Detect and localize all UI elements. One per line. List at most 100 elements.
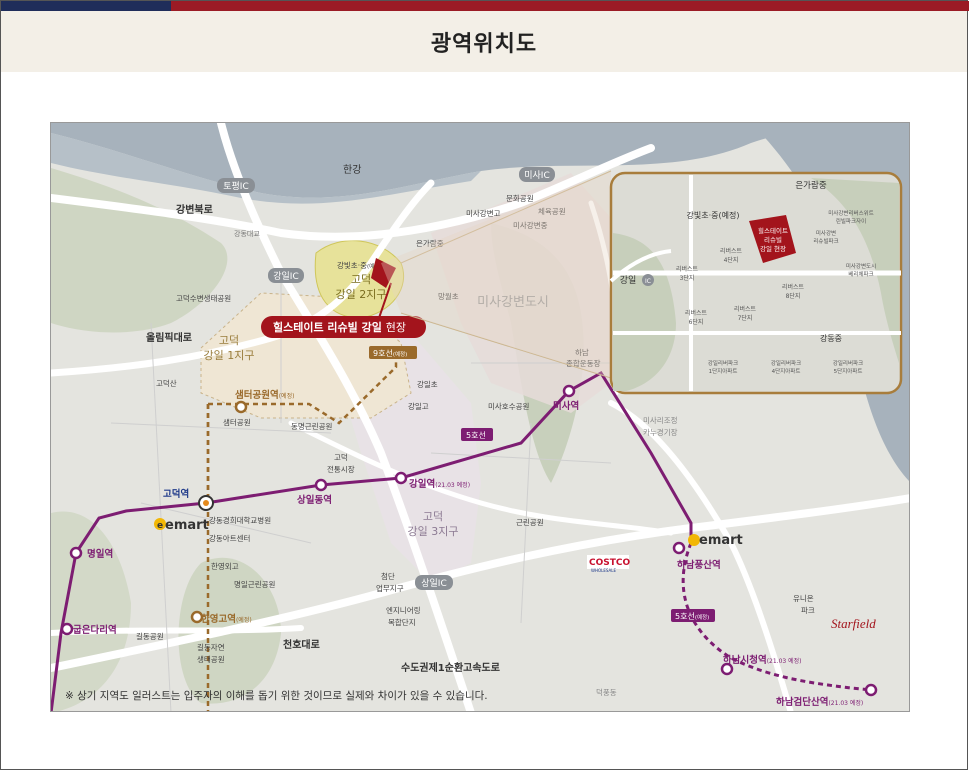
svg-text:강일리버파크: 강일리버파크 — [771, 359, 801, 367]
gangil-ic-label: 강일IC — [273, 271, 299, 282]
svg-text:강일리버파크: 강일리버파크 — [833, 359, 863, 367]
inset-label-eungaram: 은가람중 — [795, 181, 826, 191]
label-misa-station: 미사역 — [553, 400, 579, 412]
godeok2-label-2: 강일 2지구 — [336, 287, 387, 301]
label-misaho-park: 미사호수공원 — [488, 402, 529, 411]
station-gangil — [394, 471, 408, 485]
costco-logo-sub: WHOLESALE — [591, 568, 616, 573]
label-gildong-eco-2: 생태공원 — [197, 654, 225, 664]
svg-text:5단지아파트: 5단지아파트 — [834, 367, 863, 375]
svg-text:강일리버파크: 강일리버파크 — [708, 359, 738, 367]
label-myeongil-station: 명일역 — [87, 548, 113, 560]
sangil-ic-label: 상일IC — [421, 578, 447, 589]
svg-text:리버스트: 리버스트 — [782, 283, 805, 291]
line5-tag-text: 5호선 — [466, 431, 486, 440]
station-misa — [562, 384, 576, 398]
svg-text:리버스트: 리버스트 — [676, 265, 699, 273]
svg-text:4단지아파트: 4단지아파트 — [772, 367, 801, 375]
label-union-park-2: 파크 — [801, 606, 815, 615]
label-misa-rowing-1: 미사리조정 — [643, 415, 678, 425]
label-gubeundari-station: 굽은다리역 — [73, 624, 117, 636]
label-deokpung: 덕풍동 — [596, 687, 617, 697]
station-myeongil — [69, 546, 83, 560]
station-sangildong — [314, 478, 328, 492]
label-godeok-market-1: 고덕 — [334, 452, 348, 462]
emart-logo-west: emart — [165, 518, 209, 533]
topyeong-ic-label: 토평IC — [223, 181, 249, 192]
label-ring-expressway: 수도권제1순환고속도로 — [401, 661, 500, 674]
label-gangil-high: 강일고 — [408, 401, 429, 411]
label-hangang: 한강 — [343, 164, 361, 176]
label-godeok-station: 고덕역 — [163, 488, 189, 500]
label-cheonho-road: 천호대로 — [283, 638, 320, 651]
label-entertainment-2: 복합단지 — [388, 617, 416, 627]
misa-ic-label: 미사IC — [524, 170, 550, 181]
svg-text:리버스트: 리버스트 — [720, 247, 743, 255]
label-cheomdan-2: 업무지구 — [376, 584, 404, 593]
inset-map: 힐스테이트 리슈빌 강일 현장 은가람중 강빛초·중(예정) 강동중 강일 IC… — [609, 171, 903, 395]
label-geunrin-park: 근린공원 — [516, 517, 544, 527]
label-gildong-park: 길동공원 — [136, 632, 164, 641]
label-arts-center: 강동아트센터 — [209, 533, 250, 543]
inset-label-gangbit: 강빛초·중(예정) — [687, 210, 740, 220]
svg-text:리버스트: 리버스트 — [685, 309, 708, 317]
station-hanampungsan — [672, 541, 686, 555]
label-hospital: 강동경희대학교병원 — [209, 515, 271, 525]
label-cheomdan-1: 첨단 — [381, 571, 395, 581]
top-accent-bar — [1, 1, 969, 11]
svg-text:미사강변도시: 미사강변도시 — [846, 262, 876, 270]
svg-text:리버스트: 리버스트 — [734, 305, 757, 313]
inset-label-gangil: 강일 — [620, 275, 637, 286]
station-godeok-core — [203, 500, 209, 506]
label-misa-high: 미사강변고 — [466, 208, 501, 218]
label-gangil-elementary: 강일초 — [417, 379, 438, 389]
label-godeoksan: 고덕산 — [156, 378, 177, 388]
label-misa-rowing-2: 카누경기장 — [643, 427, 678, 437]
svg-text:3단지: 3단지 — [680, 274, 695, 282]
site-callout-text: 힐스테이트 리슈빌 강일 현장 — [273, 320, 406, 334]
label-munhwa-park: 문화공원 — [506, 194, 534, 203]
svg-text:린빌파크자이: 린빌파크자이 — [836, 217, 866, 225]
station-gubeundari — [60, 622, 74, 636]
station-semter — [234, 400, 248, 414]
label-semter-park: 샘터공원 — [223, 418, 251, 427]
label-hanampungsan-station: 하남풍산역 — [677, 559, 721, 571]
starfield-logo: Starfield — [831, 616, 876, 631]
godeok1-label-1: 고덕 — [219, 334, 239, 347]
inset-label-gangdong: 강동중 — [820, 333, 842, 343]
page-header: 광역위치도 — [1, 11, 967, 72]
godeok2-label-1: 고덕 — [351, 273, 371, 286]
godeok1-label-2: 강일 1지구 — [204, 348, 255, 362]
label-gangdong-bridge: 강동대교 — [234, 229, 260, 238]
svg-text:힐스테이트: 힐스테이트 — [758, 226, 788, 235]
svg-text:미사강변리버스위트: 미사강변리버스위트 — [828, 209, 874, 217]
svg-text:1단지아파트: 1단지아파트 — [709, 367, 738, 375]
svg-text:미사강변: 미사강변 — [816, 229, 836, 237]
svg-text:7단지: 7단지 — [738, 314, 753, 322]
label-sangildong-station: 상일동역 — [297, 494, 332, 506]
godeok3-label-2: 강일 3지구 — [408, 524, 459, 538]
svg-text:강일 현장: 강일 현장 — [760, 244, 786, 253]
label-hanyoung: 한영외고 — [211, 561, 239, 571]
svg-text:4단지: 4단지 — [724, 256, 739, 264]
label-myeongil-park: 명일근린공원 — [234, 579, 275, 589]
disclaimer-text: ※ 상기 지역도 일러스트는 입주자의 이해를 돕기 위한 것이므로 실제와 차… — [65, 689, 488, 702]
svg-text:리슈빌: 리슈빌 — [764, 235, 782, 244]
godeok3-label-1: 고덕 — [423, 510, 443, 523]
label-dongmyeong-park: 동명근린공원 — [291, 421, 332, 431]
label-union-park-1: 유니온 — [793, 594, 814, 603]
svg-text:베리체파크: 베리체파크 — [848, 270, 873, 278]
label-godeok-eco-park: 고덕수변생태공원 — [176, 293, 231, 303]
emart-logo-e: e — [157, 521, 163, 531]
station-hanamgeomdan — [864, 683, 878, 697]
svg-text:6단지: 6단지 — [689, 318, 704, 326]
costco-logo: COSTCO — [589, 558, 630, 568]
label-entertainment-1: 엔지니어링 — [386, 605, 421, 615]
label-gildong-eco-1: 길동자연 — [197, 643, 225, 652]
location-map: 토평IC 미사IC 강일IC 상일IC 한강 강변북로 강동대교 올림픽대로 천… — [50, 122, 910, 712]
page-title: 광역위치도 — [430, 31, 538, 57]
svg-text:8단지: 8단지 — [786, 292, 801, 300]
label-olympic-road: 올림픽대로 — [146, 331, 192, 344]
label-gangbyeonbukro: 강변북로 — [176, 203, 213, 216]
inset-ic-badge-text: IC — [645, 278, 651, 285]
